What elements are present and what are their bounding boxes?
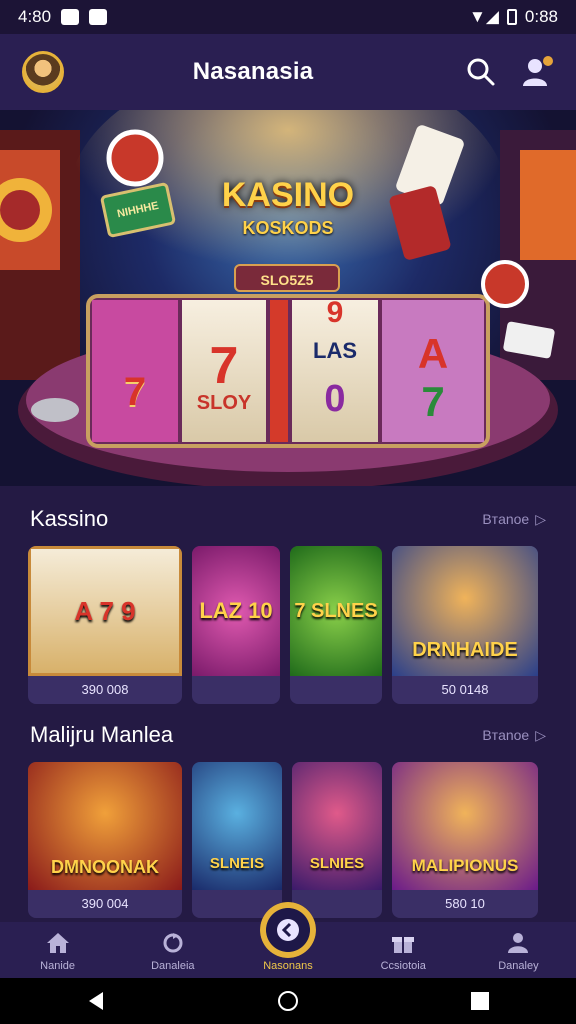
section-title: Malijru Manlea (30, 722, 174, 747)
game-art: SLNIES (292, 762, 382, 890)
nav-home[interactable]: Nanide (0, 922, 115, 978)
game-art: MALIPIONUS (392, 762, 538, 890)
nav-label: Danaleia (151, 960, 195, 972)
status-bar: 4:80 ▼◢ 0:88 (0, 0, 576, 34)
game-card[interactable]: SLNIES (292, 762, 382, 918)
nav-refresh[interactable]: Danaleia (115, 922, 230, 978)
game-row-2: DMNOONAK 390 004 SLNEIS SLNIES MALIPIONU… (28, 762, 548, 918)
play-icon[interactable] (260, 902, 316, 958)
avatar[interactable] (22, 51, 64, 93)
game-art: SLNEIS (192, 762, 282, 890)
game-art: A 7 9 (28, 546, 182, 676)
section-header-kassino: Kassino Bтanoe ▷ (30, 506, 546, 532)
page-title: Nasanasia (192, 58, 314, 85)
section-title: Kassino (30, 506, 109, 531)
battery-icon (506, 9, 517, 25)
reel-symbol-7: A (417, 330, 449, 377)
search-icon[interactable] (464, 55, 498, 89)
game-caption: 390 008 (81, 682, 129, 697)
nav-profile[interactable]: Danaley (461, 922, 576, 978)
battery-time: 0:88 (524, 7, 558, 26)
game-caption: 390 004 (81, 896, 129, 911)
banner-logo-title: KASINO (221, 176, 355, 214)
game-card[interactable]: MALIPIONUS 580 10 (392, 762, 538, 918)
reel-symbol-1: 7 (123, 370, 147, 414)
nav-label: Nasonans (263, 960, 313, 972)
bottom-nav: Nanide Danaleia Nasonans Ccsiotoia Danal… (0, 902, 576, 978)
game-card[interactable]: LAZ 10 (192, 546, 280, 704)
chevron-right-icon[interactable]: ▷ (535, 511, 546, 528)
nav-label: Ccsiotoia (380, 960, 426, 972)
game-row-1: A 7 9 390 008 LAZ 10 7 SLNES DRNHAIDE 50… (28, 546, 548, 704)
reel-plate: SLO5Z5 (234, 264, 340, 292)
game-caption: 50 0148 (441, 682, 489, 697)
app-header: Nasanasia (0, 34, 576, 110)
game-caption (290, 676, 382, 704)
reel-symbol-4: 9 (326, 296, 344, 329)
notification-icon (61, 9, 80, 25)
chevron-right-icon[interactable]: ▷ (535, 727, 546, 744)
home-icon (46, 933, 69, 953)
game-art: DMNOONAK (28, 762, 182, 890)
system-nav-bar (0, 978, 576, 1024)
reel-symbol-6: 0 (324, 378, 346, 420)
see-all-link[interactable]: Bтanoe (482, 727, 529, 743)
hero-banner[interactable]: NIHHHE KASINO KOSKODS SLO5Z5 7 7 SLOY 9 … (0, 110, 576, 486)
nav-gift[interactable]: Ccsiotoia (346, 922, 461, 978)
user-icon[interactable] (520, 55, 554, 89)
game-card[interactable]: DRNHAIDE 50 0148 (392, 546, 538, 704)
game-card[interactable]: DMNOONAK 390 004 (28, 762, 182, 918)
game-caption: 580 10 (445, 896, 485, 911)
game-card[interactable]: 7 SLNES (290, 546, 382, 704)
recents-icon[interactable] (469, 990, 491, 1012)
section-header-maliru: Malijru Manlea Bтanoe ▷ (30, 722, 546, 748)
banner-logo-subtitle: KOSKODS (242, 218, 334, 238)
person-icon (508, 933, 529, 953)
reel-symbol-3: SLOY (196, 392, 252, 414)
nav-label: Danaley (498, 960, 539, 972)
banner-art (0, 110, 576, 486)
game-card[interactable]: SLNEIS (192, 762, 282, 918)
clock: 4:80 (18, 7, 52, 26)
refresh-icon (163, 933, 183, 953)
game-art: LAZ 10 (192, 546, 280, 676)
game-card[interactable]: A 7 9 390 008 (28, 546, 182, 704)
game-caption (192, 676, 280, 704)
poker-chip-2 (481, 260, 529, 308)
poker-chip (106, 129, 164, 187)
nav-play[interactable]: Nasonans (230, 902, 345, 978)
back-icon[interactable] (85, 990, 107, 1012)
game-art: DRNHAIDE (392, 546, 538, 676)
gift-icon (392, 937, 415, 953)
game-art: 7 SLNES (290, 546, 382, 676)
reel-symbol-2: 7 (209, 337, 239, 395)
see-all-link[interactable]: Bтanoe (482, 511, 529, 527)
notification-icon-2 (89, 9, 108, 25)
nav-label: Nanide (40, 960, 76, 972)
home-button-icon[interactable] (277, 990, 299, 1012)
reel-symbol-8: 7 (421, 378, 445, 425)
reel-symbol-5: LAS (313, 338, 357, 363)
signal-icon: ▼◢ (469, 7, 499, 26)
